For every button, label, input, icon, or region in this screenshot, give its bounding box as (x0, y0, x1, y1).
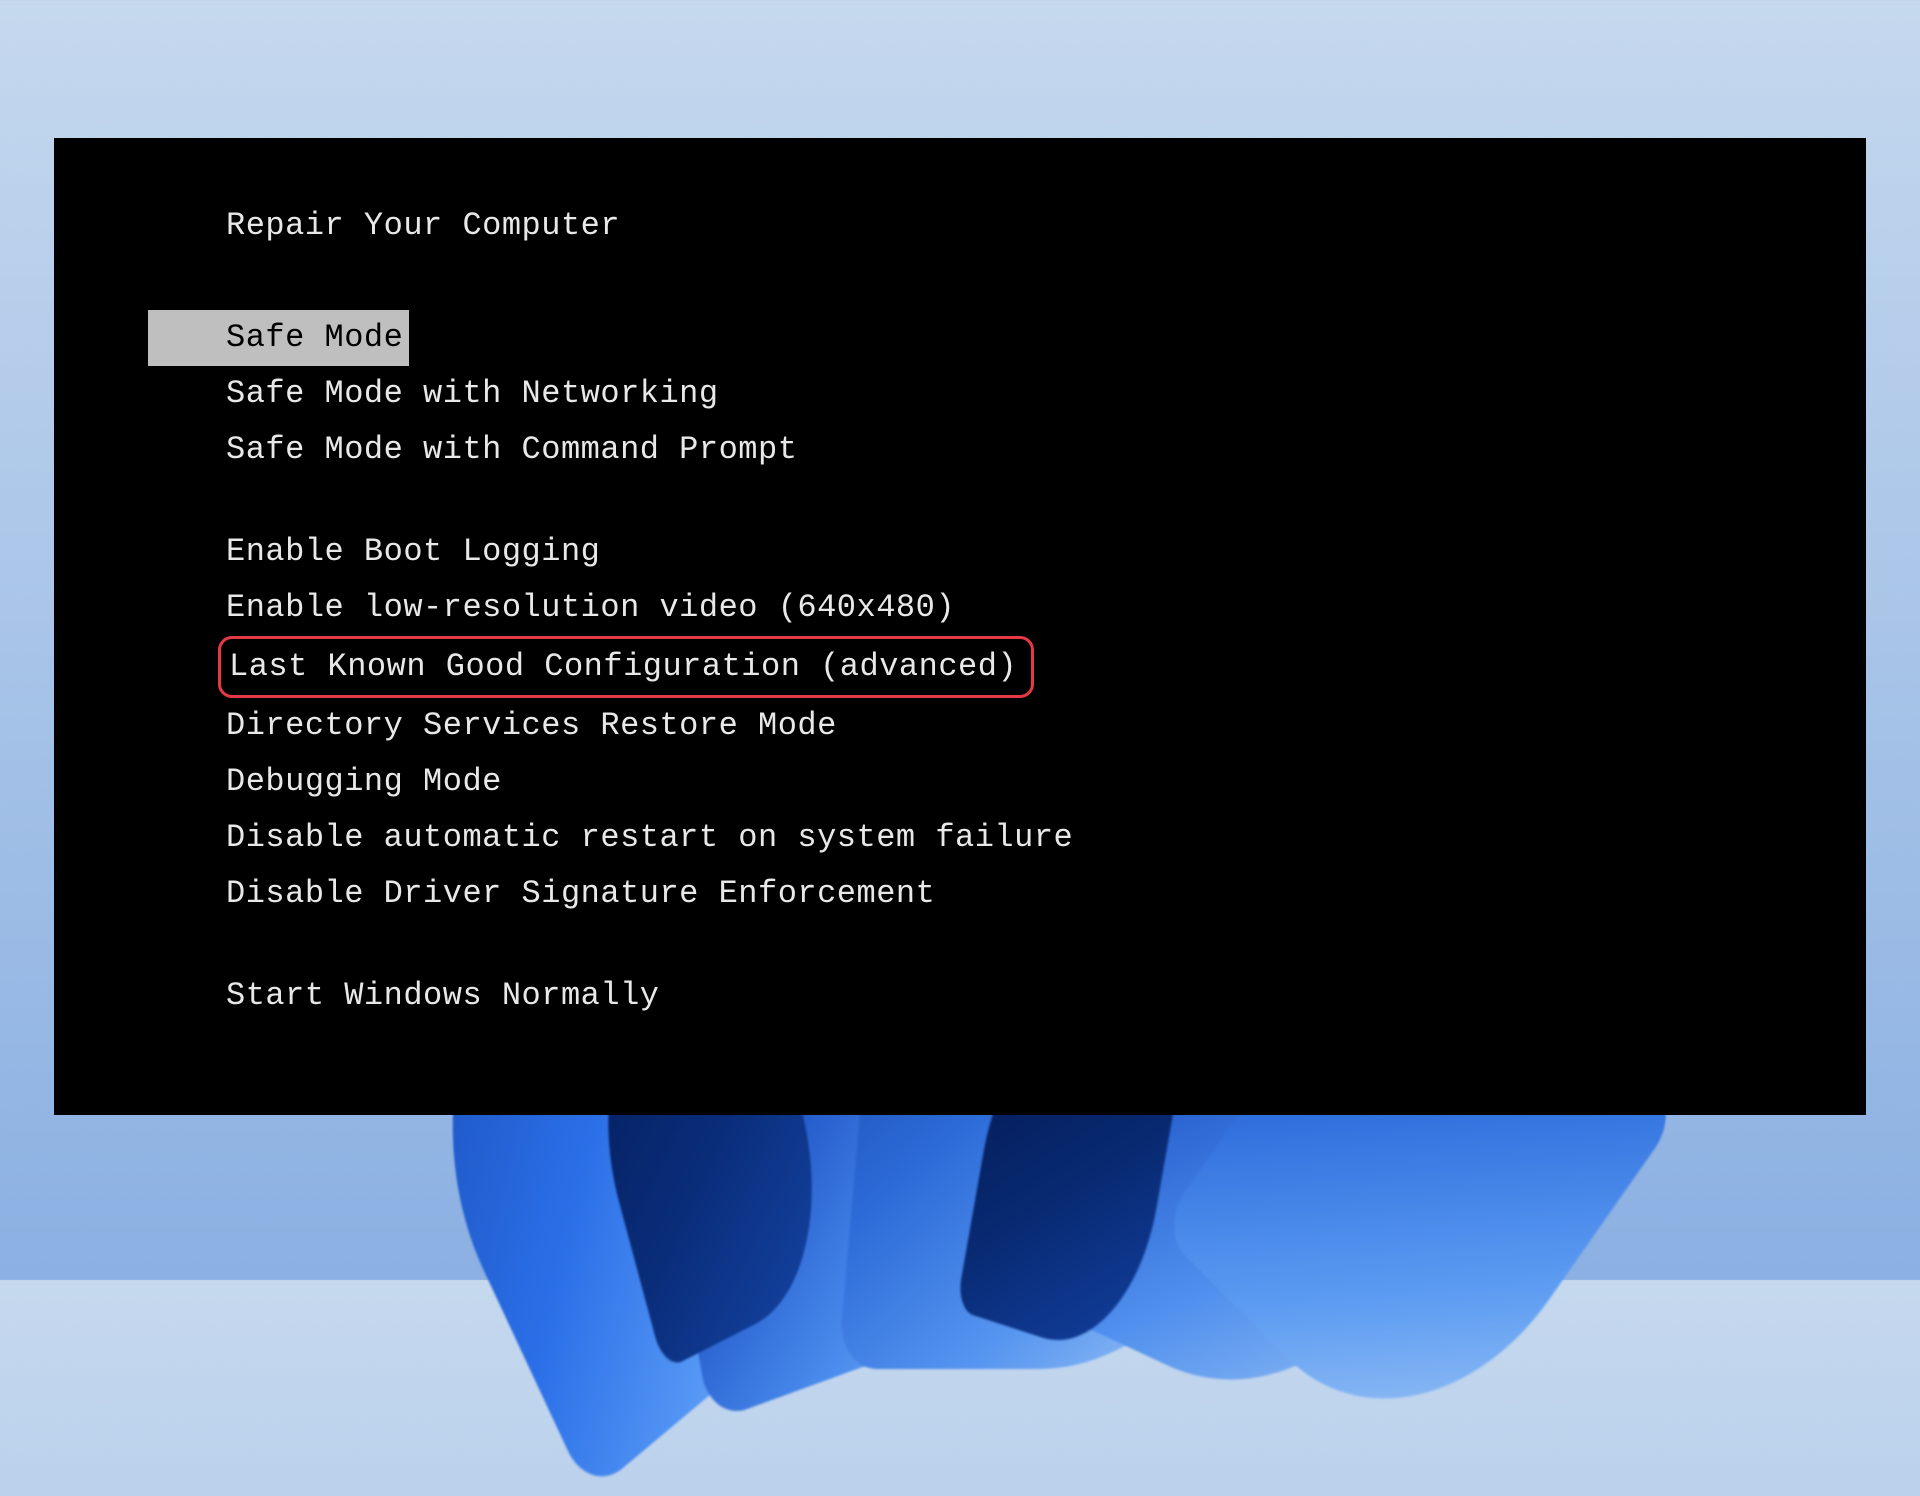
boot-option-directory-services-restore[interactable]: Directory Services Restore Mode (226, 698, 837, 754)
boot-option-row: Disable Driver Signature Enforcement (226, 866, 1866, 922)
boot-option-row: Safe Mode with Command Prompt (226, 422, 1866, 478)
boot-option-row: Safe Mode with Networking (226, 366, 1866, 422)
boot-option-row: Directory Services Restore Mode (226, 698, 1866, 754)
boot-option-boot-logging[interactable]: Enable Boot Logging (226, 524, 600, 580)
boot-option-row: Start Windows Normally (226, 968, 1866, 1024)
boot-option-debugging-mode[interactable]: Debugging Mode (226, 754, 502, 810)
boot-option-row: Debugging Mode (226, 754, 1866, 810)
boot-option-disable-auto-restart[interactable]: Disable automatic restart on system fail… (226, 810, 1073, 866)
boot-option-safe-mode[interactable]: Safe Mode (148, 310, 409, 366)
boot-option-row: Last Known Good Configuration (advanced) (226, 636, 1866, 698)
menu-spacer (226, 922, 1866, 968)
menu-spacer (226, 478, 1866, 524)
repair-computer-label[interactable]: Repair Your Computer (226, 207, 620, 244)
boot-option-safe-mode-networking[interactable]: Safe Mode with Networking (226, 366, 719, 422)
advanced-boot-options-screen: Repair Your Computer Safe Mode Safe Mode… (54, 138, 1866, 1115)
boot-option-low-res-video[interactable]: Enable low-resolution video (640x480) (226, 580, 955, 636)
boot-menu-header: Repair Your Computer (226, 198, 1866, 254)
menu-spacer (226, 254, 1866, 310)
boot-menu-container: Repair Your Computer Safe Mode Safe Mode… (54, 198, 1866, 1024)
boot-option-row: Disable automatic restart on system fail… (226, 810, 1866, 866)
boot-option-safe-mode-cmd[interactable]: Safe Mode with Command Prompt (226, 422, 797, 478)
boot-option-last-known-good-config[interactable]: Last Known Good Configuration (advanced) (218, 636, 1034, 698)
boot-option-row: Enable low-resolution video (640x480) (226, 580, 1866, 636)
boot-option-start-normally[interactable]: Start Windows Normally (226, 968, 659, 1024)
boot-option-row: Safe Mode (226, 310, 1866, 366)
boot-option-disable-driver-signature[interactable]: Disable Driver Signature Enforcement (226, 866, 935, 922)
boot-option-row: Enable Boot Logging (226, 524, 1866, 580)
